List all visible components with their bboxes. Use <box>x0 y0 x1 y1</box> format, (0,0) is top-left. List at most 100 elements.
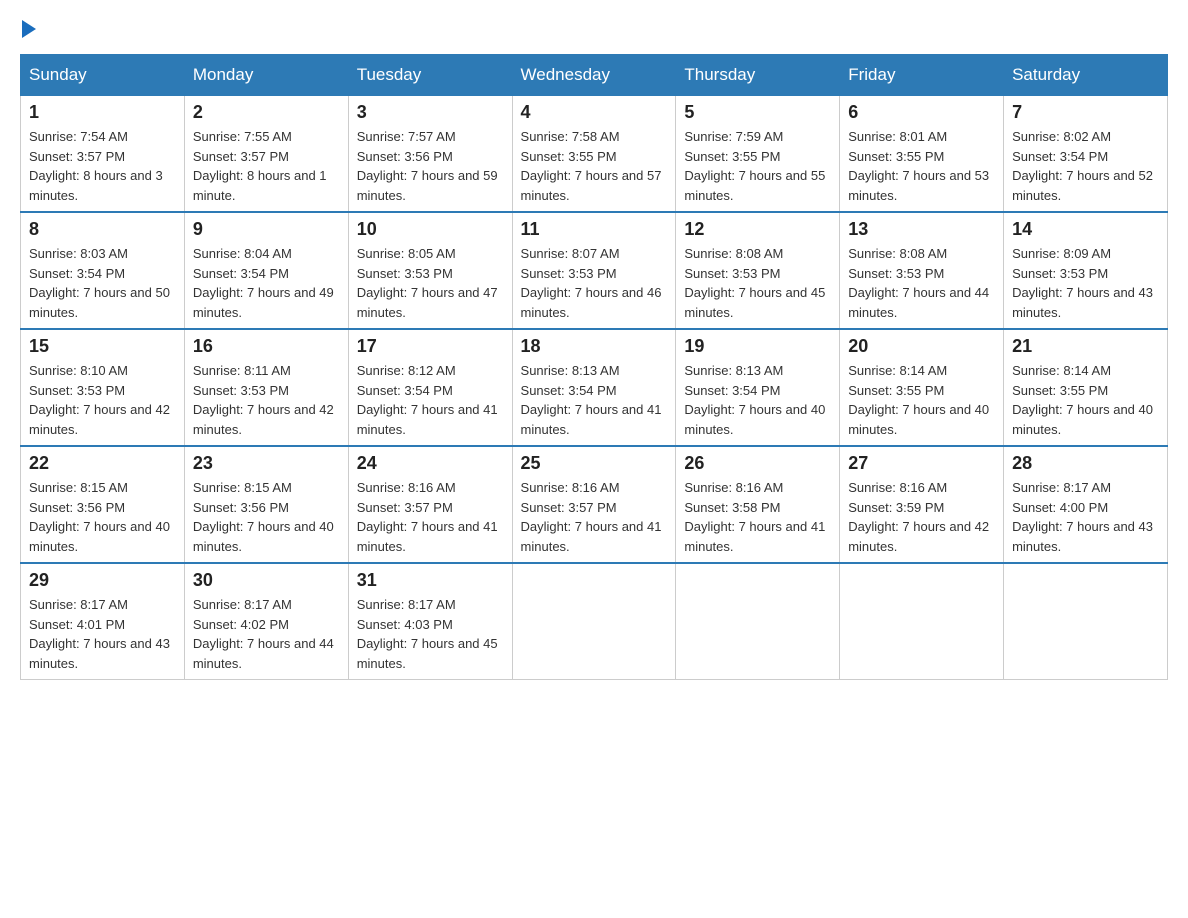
day-number: 11 <box>521 219 668 240</box>
day-number: 28 <box>1012 453 1159 474</box>
calendar-cell: 24 Sunrise: 8:16 AM Sunset: 3:57 PM Dayl… <box>348 446 512 563</box>
day-number: 26 <box>684 453 831 474</box>
calendar-cell: 23 Sunrise: 8:15 AM Sunset: 3:56 PM Dayl… <box>184 446 348 563</box>
calendar-cell: 26 Sunrise: 8:16 AM Sunset: 3:58 PM Dayl… <box>676 446 840 563</box>
day-info: Sunrise: 8:16 AM Sunset: 3:57 PM Dayligh… <box>521 478 668 556</box>
calendar-table: SundayMondayTuesdayWednesdayThursdayFrid… <box>20 54 1168 680</box>
day-info: Sunrise: 7:58 AM Sunset: 3:55 PM Dayligh… <box>521 127 668 205</box>
header-sunday: Sunday <box>21 55 185 96</box>
day-number: 4 <box>521 102 668 123</box>
day-info: Sunrise: 8:16 AM Sunset: 3:58 PM Dayligh… <box>684 478 831 556</box>
day-info: Sunrise: 8:11 AM Sunset: 3:53 PM Dayligh… <box>193 361 340 439</box>
day-info: Sunrise: 8:17 AM Sunset: 4:02 PM Dayligh… <box>193 595 340 673</box>
day-number: 23 <box>193 453 340 474</box>
day-info: Sunrise: 8:02 AM Sunset: 3:54 PM Dayligh… <box>1012 127 1159 205</box>
header-wednesday: Wednesday <box>512 55 676 96</box>
calendar-week-4: 22 Sunrise: 8:15 AM Sunset: 3:56 PM Dayl… <box>21 446 1168 563</box>
day-number: 19 <box>684 336 831 357</box>
day-info: Sunrise: 8:15 AM Sunset: 3:56 PM Dayligh… <box>29 478 176 556</box>
day-info: Sunrise: 8:01 AM Sunset: 3:55 PM Dayligh… <box>848 127 995 205</box>
calendar-cell: 14 Sunrise: 8:09 AM Sunset: 3:53 PM Dayl… <box>1004 212 1168 329</box>
calendar-cell: 3 Sunrise: 7:57 AM Sunset: 3:56 PM Dayli… <box>348 96 512 213</box>
header-tuesday: Tuesday <box>348 55 512 96</box>
calendar-cell: 10 Sunrise: 8:05 AM Sunset: 3:53 PM Dayl… <box>348 212 512 329</box>
day-number: 5 <box>684 102 831 123</box>
calendar-cell: 2 Sunrise: 7:55 AM Sunset: 3:57 PM Dayli… <box>184 96 348 213</box>
calendar-cell <box>512 563 676 680</box>
calendar-cell <box>1004 563 1168 680</box>
calendar-cell: 16 Sunrise: 8:11 AM Sunset: 3:53 PM Dayl… <box>184 329 348 446</box>
day-number: 25 <box>521 453 668 474</box>
day-number: 24 <box>357 453 504 474</box>
day-info: Sunrise: 8:17 AM Sunset: 4:03 PM Dayligh… <box>357 595 504 673</box>
day-info: Sunrise: 8:15 AM Sunset: 3:56 PM Dayligh… <box>193 478 340 556</box>
calendar-cell: 19 Sunrise: 8:13 AM Sunset: 3:54 PM Dayl… <box>676 329 840 446</box>
day-info: Sunrise: 8:17 AM Sunset: 4:01 PM Dayligh… <box>29 595 176 673</box>
calendar-cell <box>676 563 840 680</box>
day-number: 8 <box>29 219 176 240</box>
day-info: Sunrise: 7:54 AM Sunset: 3:57 PM Dayligh… <box>29 127 176 205</box>
calendar-cell: 22 Sunrise: 8:15 AM Sunset: 3:56 PM Dayl… <box>21 446 185 563</box>
day-number: 2 <box>193 102 340 123</box>
calendar-header-row: SundayMondayTuesdayWednesdayThursdayFrid… <box>21 55 1168 96</box>
day-info: Sunrise: 8:07 AM Sunset: 3:53 PM Dayligh… <box>521 244 668 322</box>
day-number: 14 <box>1012 219 1159 240</box>
calendar-cell <box>840 563 1004 680</box>
calendar-cell: 12 Sunrise: 8:08 AM Sunset: 3:53 PM Dayl… <box>676 212 840 329</box>
day-info: Sunrise: 8:16 AM Sunset: 3:59 PM Dayligh… <box>848 478 995 556</box>
logo-triangle-icon <box>22 20 36 38</box>
day-number: 29 <box>29 570 176 591</box>
day-info: Sunrise: 8:09 AM Sunset: 3:53 PM Dayligh… <box>1012 244 1159 322</box>
calendar-cell: 18 Sunrise: 8:13 AM Sunset: 3:54 PM Dayl… <box>512 329 676 446</box>
day-number: 10 <box>357 219 504 240</box>
day-number: 6 <box>848 102 995 123</box>
header-monday: Monday <box>184 55 348 96</box>
day-info: Sunrise: 8:14 AM Sunset: 3:55 PM Dayligh… <box>848 361 995 439</box>
calendar-cell: 11 Sunrise: 8:07 AM Sunset: 3:53 PM Dayl… <box>512 212 676 329</box>
day-info: Sunrise: 8:03 AM Sunset: 3:54 PM Dayligh… <box>29 244 176 322</box>
day-number: 20 <box>848 336 995 357</box>
day-info: Sunrise: 7:59 AM Sunset: 3:55 PM Dayligh… <box>684 127 831 205</box>
day-info: Sunrise: 8:17 AM Sunset: 4:00 PM Dayligh… <box>1012 478 1159 556</box>
calendar-cell: 6 Sunrise: 8:01 AM Sunset: 3:55 PM Dayli… <box>840 96 1004 213</box>
calendar-cell: 5 Sunrise: 7:59 AM Sunset: 3:55 PM Dayli… <box>676 96 840 213</box>
day-number: 27 <box>848 453 995 474</box>
day-number: 13 <box>848 219 995 240</box>
calendar-week-3: 15 Sunrise: 8:10 AM Sunset: 3:53 PM Dayl… <box>21 329 1168 446</box>
calendar-week-5: 29 Sunrise: 8:17 AM Sunset: 4:01 PM Dayl… <box>21 563 1168 680</box>
day-info: Sunrise: 7:57 AM Sunset: 3:56 PM Dayligh… <box>357 127 504 205</box>
calendar-cell: 28 Sunrise: 8:17 AM Sunset: 4:00 PM Dayl… <box>1004 446 1168 563</box>
day-number: 17 <box>357 336 504 357</box>
header-saturday: Saturday <box>1004 55 1168 96</box>
day-number: 15 <box>29 336 176 357</box>
calendar-cell: 31 Sunrise: 8:17 AM Sunset: 4:03 PM Dayl… <box>348 563 512 680</box>
logo <box>20 20 36 44</box>
calendar-cell: 21 Sunrise: 8:14 AM Sunset: 3:55 PM Dayl… <box>1004 329 1168 446</box>
calendar-cell: 25 Sunrise: 8:16 AM Sunset: 3:57 PM Dayl… <box>512 446 676 563</box>
day-info: Sunrise: 8:13 AM Sunset: 3:54 PM Dayligh… <box>684 361 831 439</box>
day-number: 1 <box>29 102 176 123</box>
day-info: Sunrise: 8:16 AM Sunset: 3:57 PM Dayligh… <box>357 478 504 556</box>
day-info: Sunrise: 8:13 AM Sunset: 3:54 PM Dayligh… <box>521 361 668 439</box>
calendar-cell: 29 Sunrise: 8:17 AM Sunset: 4:01 PM Dayl… <box>21 563 185 680</box>
header-friday: Friday <box>840 55 1004 96</box>
calendar-cell: 4 Sunrise: 7:58 AM Sunset: 3:55 PM Dayli… <box>512 96 676 213</box>
calendar-cell: 27 Sunrise: 8:16 AM Sunset: 3:59 PM Dayl… <box>840 446 1004 563</box>
calendar-cell: 17 Sunrise: 8:12 AM Sunset: 3:54 PM Dayl… <box>348 329 512 446</box>
day-info: Sunrise: 8:04 AM Sunset: 3:54 PM Dayligh… <box>193 244 340 322</box>
day-number: 21 <box>1012 336 1159 357</box>
day-info: Sunrise: 8:05 AM Sunset: 3:53 PM Dayligh… <box>357 244 504 322</box>
day-info: Sunrise: 7:55 AM Sunset: 3:57 PM Dayligh… <box>193 127 340 205</box>
calendar-cell: 30 Sunrise: 8:17 AM Sunset: 4:02 PM Dayl… <box>184 563 348 680</box>
calendar-cell: 7 Sunrise: 8:02 AM Sunset: 3:54 PM Dayli… <box>1004 96 1168 213</box>
calendar-cell: 20 Sunrise: 8:14 AM Sunset: 3:55 PM Dayl… <box>840 329 1004 446</box>
day-info: Sunrise: 8:12 AM Sunset: 3:54 PM Dayligh… <box>357 361 504 439</box>
day-number: 9 <box>193 219 340 240</box>
day-number: 22 <box>29 453 176 474</box>
header-thursday: Thursday <box>676 55 840 96</box>
calendar-week-1: 1 Sunrise: 7:54 AM Sunset: 3:57 PM Dayli… <box>21 96 1168 213</box>
calendar-cell: 13 Sunrise: 8:08 AM Sunset: 3:53 PM Dayl… <box>840 212 1004 329</box>
calendar-cell: 15 Sunrise: 8:10 AM Sunset: 3:53 PM Dayl… <box>21 329 185 446</box>
header <box>20 20 1168 44</box>
day-number: 12 <box>684 219 831 240</box>
